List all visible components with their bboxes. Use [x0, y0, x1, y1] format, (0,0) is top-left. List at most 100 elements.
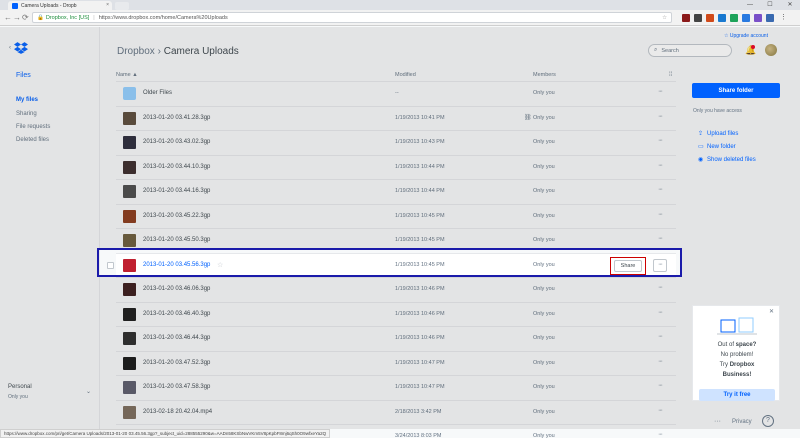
folder-icon	[123, 87, 136, 100]
footer-more-icon[interactable]: ···	[714, 418, 721, 425]
upload-files-action[interactable]: ⇪ Upload files	[698, 130, 738, 138]
close-promo-icon[interactable]: ✕	[769, 308, 774, 315]
back-icon[interactable]: ←	[4, 13, 12, 23]
extension-icon[interactable]	[754, 14, 762, 22]
grid-view-icon[interactable]: ⁞⁞	[669, 72, 672, 78]
file-row[interactable]: 2013-01-20 03.47.52.3gp 1/19/2013 10:47 P…	[116, 352, 676, 376]
help-icon[interactable]: ?	[762, 415, 774, 427]
tab-close-icon[interactable]: ×	[106, 2, 109, 8]
more-options-icon[interactable]: ···	[658, 309, 663, 316]
file-name[interactable]: 2013-01-20 03.47.58.3gp	[143, 384, 210, 390]
more-options-icon[interactable]: ···	[658, 431, 663, 438]
extension-icon[interactable]	[694, 14, 702, 22]
more-options-icon[interactable]: ···	[658, 162, 663, 169]
file-name[interactable]: 2013-01-20 03.46.44.3gp	[143, 335, 210, 341]
column-name-header[interactable]: Name ▲	[116, 72, 138, 78]
more-options-icon[interactable]: ···	[658, 137, 663, 144]
bookmark-star-icon[interactable]: ☆	[662, 15, 667, 21]
more-options-icon[interactable]: ···	[658, 113, 663, 120]
row-checkbox[interactable]	[107, 261, 114, 269]
file-row[interactable]: 2013-01-20 03.45.22.3gp 1/19/2013 10:45 P…	[116, 205, 676, 229]
reload-icon[interactable]: ⟳	[22, 13, 29, 23]
column-modified-header[interactable]: Modified	[395, 72, 416, 78]
nav-item-my-files[interactable]: My files	[16, 97, 38, 103]
show-deleted-files-action[interactable]: ◉ Show deleted files	[698, 156, 756, 164]
extension-icon[interactable]	[730, 14, 738, 22]
extension-icon[interactable]	[682, 14, 690, 22]
address-bar[interactable]: 🔒 Dropbox, Inc [US] | https://www.dropbo…	[32, 12, 672, 23]
maximize-icon[interactable]: ☐	[760, 0, 780, 10]
folder-row[interactable]: Older Files -- Only you ···	[116, 82, 676, 107]
show-deleted-files-label: Show deleted files	[707, 156, 756, 163]
access-text: Only you have access	[693, 108, 742, 114]
file-name[interactable]: 2013-02-18 20.42.04.mp4	[143, 409, 212, 415]
modified-date: 1/19/2013 10:47 PM	[395, 359, 445, 366]
new-tab-button[interactable]	[115, 2, 129, 10]
file-row[interactable]: 2013-02-18 20.42.04.mp4 2/18/2013 3:42 PM…	[116, 401, 676, 425]
search-input[interactable]: ⌕ Search	[648, 44, 732, 57]
more-options-icon[interactable]: ···	[658, 407, 663, 414]
close-window-icon[interactable]: ✕	[780, 0, 800, 10]
file-row[interactable]: 2013-01-20 03.44.16.3gp 1/19/2013 10:44 P…	[116, 180, 676, 205]
file-list: Older Files -- Only you ··· 2013-01-20 03.41…	[107, 82, 676, 438]
file-name[interactable]: 2013-01-20 03.44.10.3gp	[143, 164, 210, 170]
file-row[interactable]: 2013-01-20 03.46.44.3gp 1/19/2013 10:46 P…	[116, 327, 676, 352]
file-name[interactable]: 2013-01-20 03.45.56.3gp	[143, 262, 210, 268]
file-name[interactable]: 2013-01-20 03.45.22.3gp	[143, 213, 210, 219]
more-options-icon[interactable]: ···	[658, 235, 663, 242]
file-name[interactable]: 2013-01-20 03.46.06.3gp	[143, 286, 210, 292]
avatar[interactable]	[765, 44, 777, 56]
file-name[interactable]: 2013-01-20 03.46.40.3gp	[143, 311, 210, 317]
breadcrumb-root[interactable]: Dropbox	[117, 46, 155, 57]
more-options-icon[interactable]: ···	[658, 211, 663, 218]
file-row[interactable]: 2013-01-20 03.41.28.3gp 1/19/2013 10:41 P…	[116, 107, 676, 131]
more-options-icon[interactable]: ···	[658, 186, 663, 193]
column-members-header[interactable]: Members	[533, 72, 556, 78]
nav-item-file-requests[interactable]: File requests	[16, 124, 50, 130]
members: Only you	[533, 139, 555, 145]
privacy-link[interactable]: Privacy	[732, 419, 752, 425]
more-options-icon[interactable]: ···	[658, 88, 663, 95]
dropbox-logo-icon[interactable]	[14, 42, 28, 54]
modified-date: 2/18/2013 3:42 PM	[395, 408, 442, 415]
share-folder-button[interactable]: Share folder	[692, 83, 780, 98]
more-options-icon[interactable]: ···	[658, 358, 663, 365]
extension-icon[interactable]	[742, 14, 750, 22]
more-options-button[interactable]: ···	[653, 258, 667, 272]
minimize-icon[interactable]: —	[740, 0, 760, 10]
nav-item-sharing[interactable]: Sharing	[16, 111, 37, 117]
file-row[interactable]: 2013-01-20 03.45.50.3gp 1/19/2013 10:45 P…	[116, 229, 676, 254]
nav-files-heading[interactable]: Files	[16, 72, 31, 79]
file-row[interactable]: 2013-01-20 03.46.06.3gp 1/19/2013 10:46 P…	[116, 278, 676, 303]
more-options-icon[interactable]: ···	[658, 382, 663, 389]
extension-icon[interactable]	[718, 14, 726, 22]
more-options-icon[interactable]: ···	[658, 333, 663, 340]
browser-menu-icon[interactable]: ⋮	[780, 14, 788, 22]
members: Only you	[533, 237, 555, 243]
try-it-free-button[interactable]: Try it free	[699, 389, 775, 401]
file-name[interactable]: 2013-01-20 03.43.02.3gp	[143, 139, 210, 145]
account-label[interactable]: Personal	[8, 384, 32, 390]
file-name[interactable]: 2013-01-20 03.41.28.3gp	[143, 115, 210, 121]
file-name[interactable]: 2013-01-20 03.47.52.3gp	[143, 360, 210, 366]
account-chevron-icon[interactable]: ⌄	[86, 388, 91, 395]
new-folder-action[interactable]: ▭ New folder	[698, 143, 736, 151]
file-row[interactable]: 2013-01-20 03.44.10.3gp 1/19/2013 10:44 P…	[116, 156, 676, 180]
file-row[interactable]: 2013-01-20 03.47.58.3gp 1/19/2013 10:47 P…	[116, 376, 676, 401]
extension-icon[interactable]	[706, 14, 714, 22]
nav-item-deleted-files[interactable]: Deleted files	[16, 137, 49, 143]
file-row[interactable]: 2013-01-20 03.46.40.3gp 1/19/2013 10:46 P…	[116, 303, 676, 327]
forward-icon[interactable]: →	[13, 13, 21, 23]
star-icon[interactable]: ☆	[217, 261, 223, 269]
file-row[interactable]: 2013-01-20 03.45.56.3gp ☆ 1/19/2013 10:45 …	[107, 253, 676, 278]
file-name[interactable]: 2013-01-20 03.45.50.3gp	[143, 237, 210, 243]
file-name[interactable]: 2013-01-20 03.44.16.3gp	[143, 188, 210, 194]
file-row[interactable]: 2013-01-20 03.43.02.3gp 1/19/2013 10:43 P…	[116, 131, 676, 156]
extension-icon[interactable]	[766, 14, 774, 22]
file-table-header: Name ▲ Modified Members ⁞⁞	[116, 68, 676, 82]
collapse-nav-icon[interactable]: ‹	[9, 45, 11, 51]
file-name[interactable]: Older Files	[143, 90, 172, 96]
browser-tab[interactable]: Camera Uploads - Dropb ×	[8, 1, 112, 10]
upgrade-link[interactable]: ☆ Upgrade account	[724, 33, 768, 39]
more-options-icon[interactable]: ···	[658, 284, 663, 291]
